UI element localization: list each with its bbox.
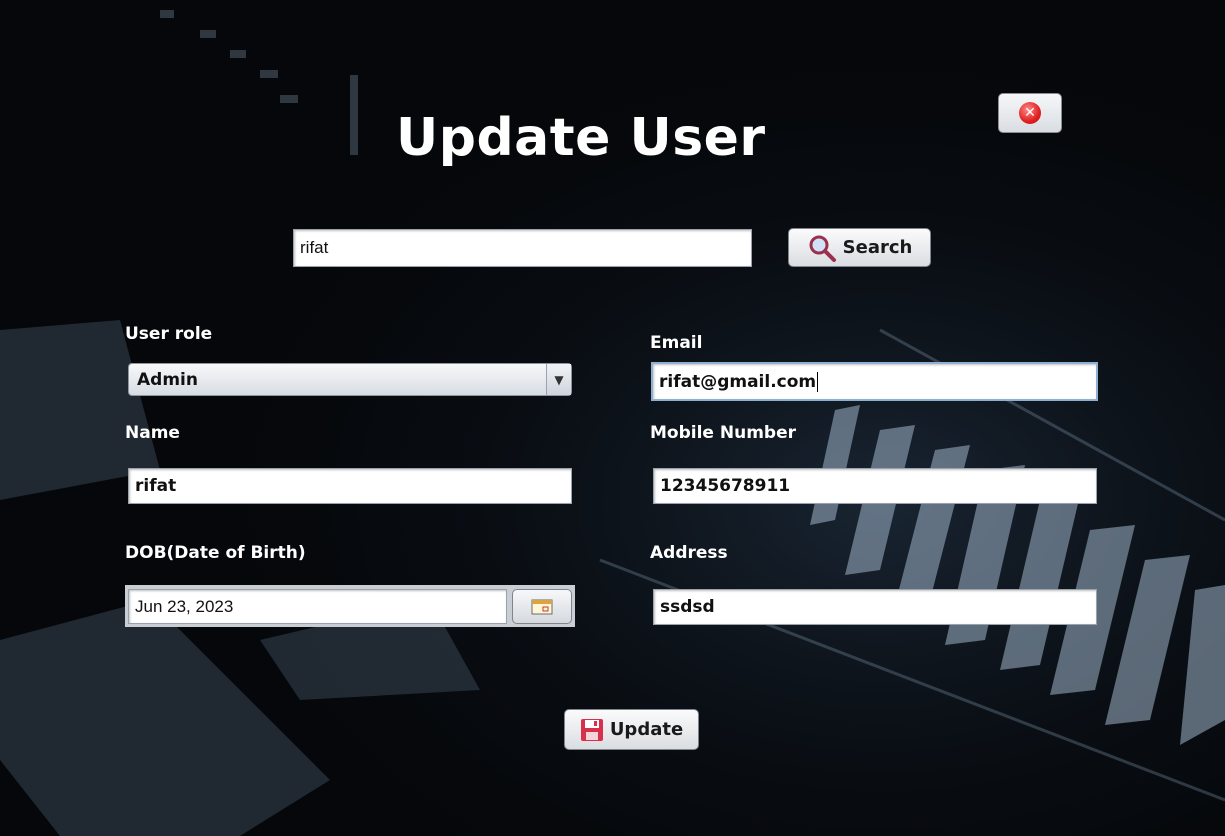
address-field[interactable]: ssdsd: [653, 589, 1097, 625]
update-button-label: Update: [609, 719, 684, 740]
search-button[interactable]: Search: [788, 228, 931, 267]
name-value: rifat: [135, 476, 177, 496]
calendar-icon: [531, 599, 553, 614]
text-caret: [817, 371, 819, 392]
name-field[interactable]: rifat: [128, 468, 572, 504]
close-button[interactable]: ✕: [998, 93, 1062, 133]
email-value: rifat@gmail.com: [659, 371, 817, 392]
chevron-down-icon[interactable]: ▼: [546, 364, 571, 395]
mobile-number-value: 12345678911: [660, 476, 791, 496]
dob-label: DOB(Date of Birth): [125, 543, 306, 563]
search-input[interactable]: rifat: [293, 229, 752, 267]
page-title: Update User: [396, 108, 766, 168]
search-input-value: rifat: [300, 238, 329, 257]
floppy-disk-icon: [580, 718, 603, 741]
calendar-button[interactable]: [512, 589, 572, 624]
magnifier-icon: [809, 235, 836, 262]
dob-field[interactable]: Jun 23, 2023: [128, 589, 507, 624]
search-button-label: Search: [842, 237, 913, 258]
email-field[interactable]: rifat@gmail.com: [651, 362, 1098, 401]
dob-value: Jun 23, 2023: [135, 596, 234, 616]
email-label: Email: [650, 333, 703, 353]
address-value: ssdsd: [660, 597, 715, 617]
mobile-number-label: Mobile Number: [650, 423, 796, 443]
user-role-select[interactable]: Admin ▼: [128, 363, 572, 396]
user-role-value: Admin: [137, 369, 198, 390]
user-role-label: User role: [125, 324, 213, 344]
mobile-number-field[interactable]: 12345678911: [653, 468, 1097, 504]
address-label: Address: [650, 543, 728, 563]
name-label: Name: [125, 423, 180, 443]
close-icon: ✕: [1019, 102, 1041, 124]
update-button[interactable]: Update: [564, 709, 699, 750]
